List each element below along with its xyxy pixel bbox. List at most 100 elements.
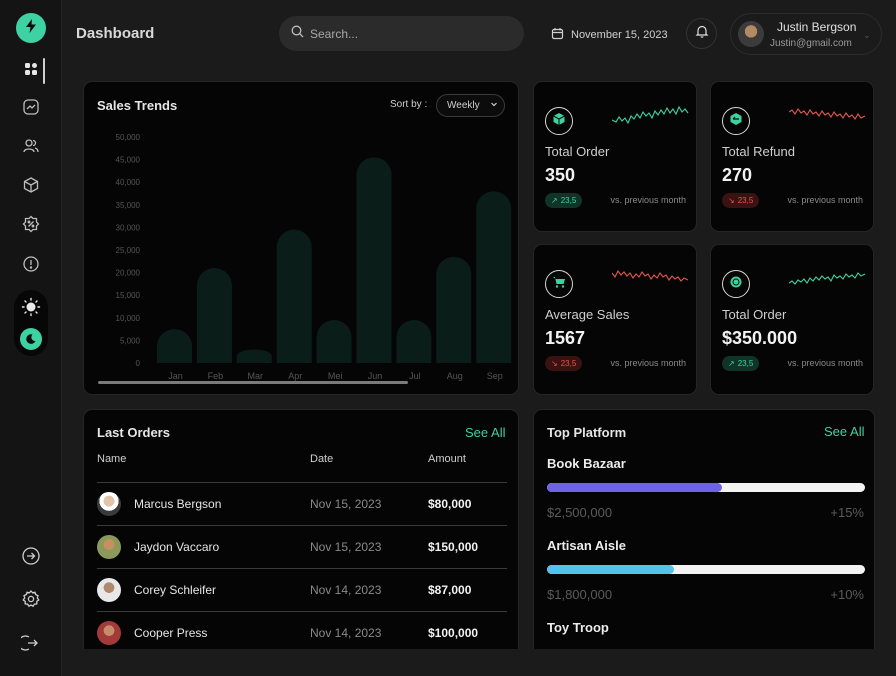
moon-icon[interactable] bbox=[20, 328, 42, 350]
column-header-name[interactable]: Name bbox=[97, 453, 126, 465]
comparison-text: vs. previous month bbox=[787, 358, 863, 368]
stat-card-average-sales: Average Sales 1567 ↘ 23,5 vs. previous mo… bbox=[533, 244, 697, 395]
platform-name: Toy Troop bbox=[547, 620, 609, 635]
dashboard-grid-icon bbox=[23, 61, 39, 82]
chart-scrollbar[interactable] bbox=[98, 381, 408, 384]
info-icon bbox=[22, 255, 40, 278]
chart-bar[interactable] bbox=[196, 268, 232, 363]
table-row[interactable]: Marcus Bergson Nov 15, 2023 $80,000 bbox=[97, 482, 507, 525]
platform-name: Book Bazaar bbox=[547, 456, 626, 471]
change-badge: ↘ 23,5 bbox=[545, 356, 583, 371]
calendar-icon bbox=[551, 27, 564, 43]
y-tick-label: 40,000 bbox=[116, 178, 141, 187]
stat-icon bbox=[545, 107, 573, 135]
stat-value: 1567 bbox=[545, 328, 586, 348]
search-input[interactable] bbox=[310, 26, 500, 41]
discount-badge-icon bbox=[22, 215, 40, 238]
table-row[interactable]: Cooper Press Nov 14, 2023 $100,000 bbox=[97, 611, 507, 649]
avatar bbox=[97, 621, 121, 645]
y-tick-label: 35,000 bbox=[116, 201, 141, 210]
x-tick-label: Aug bbox=[447, 371, 463, 381]
last-orders-title: Last Orders bbox=[97, 425, 170, 440]
trend-chart-icon bbox=[22, 98, 40, 121]
chevron-down-icon[interactable]: ⌄ bbox=[863, 30, 871, 41]
stat-value: $350.000 bbox=[722, 328, 798, 348]
date-display[interactable]: November 15, 2023 bbox=[551, 27, 668, 43]
change-value: 23,5 bbox=[737, 196, 754, 205]
cube-icon bbox=[551, 111, 567, 132]
user-email: Justin@gmail.com bbox=[770, 38, 852, 49]
avatar bbox=[97, 535, 121, 559]
current-date: November 15, 2023 bbox=[571, 29, 668, 41]
nav-expand[interactable] bbox=[18, 545, 44, 571]
nav-info[interactable] bbox=[18, 253, 44, 279]
platform-amount: $2,500,000 bbox=[547, 505, 613, 520]
logout-icon bbox=[17, 633, 41, 658]
box-icon bbox=[22, 176, 40, 199]
stat-icon bbox=[722, 270, 750, 298]
column-header-date[interactable]: Date bbox=[310, 453, 333, 465]
platform-amount: $1,800,000 bbox=[547, 587, 613, 602]
nav-settings[interactable] bbox=[18, 588, 44, 614]
refund-box-icon bbox=[728, 111, 744, 132]
chart-bar[interactable] bbox=[276, 229, 312, 363]
search-icon bbox=[291, 25, 304, 43]
table-row[interactable]: Corey Schleifer Nov 14, 2023 $87,000 bbox=[97, 568, 507, 611]
order-customer-name: Marcus Bergson bbox=[134, 497, 222, 511]
x-tick-label: Jun bbox=[368, 371, 383, 381]
platform-progress-fill bbox=[547, 565, 675, 574]
chart-bar[interactable] bbox=[157, 329, 192, 363]
platform-name: Artisan Aisle bbox=[547, 538, 626, 553]
platform-progress-fill bbox=[547, 483, 722, 492]
stat-label: Average Sales bbox=[545, 307, 630, 322]
nav-logout[interactable] bbox=[17, 632, 44, 658]
platform-change: +10% bbox=[830, 587, 864, 602]
notifications-button[interactable] bbox=[686, 18, 717, 49]
orders-see-all-link[interactable]: See All bbox=[465, 425, 505, 440]
order-customer-name: Jaydon Vaccaro bbox=[134, 540, 220, 554]
y-tick-label: 5,000 bbox=[120, 336, 141, 345]
comparison-text: vs. previous month bbox=[610, 195, 686, 205]
stat-label: Total Order bbox=[545, 144, 610, 159]
stat-card-total-order: Total Order 350 ↗ 23,5 vs. previous month bbox=[533, 81, 697, 232]
chart-bar[interactable] bbox=[396, 320, 432, 363]
platform-progress-bar bbox=[547, 483, 865, 492]
trend-up-icon: ↗ bbox=[728, 359, 735, 368]
page-title: Dashboard bbox=[76, 25, 155, 42]
change-badge: ↘ 23,5 bbox=[722, 193, 760, 208]
chart-bar[interactable] bbox=[436, 256, 472, 363]
x-tick-label: Jan bbox=[168, 371, 183, 381]
nav-dashboard[interactable] bbox=[18, 58, 44, 84]
nav-analytics[interactable] bbox=[18, 96, 44, 122]
platform-see-all-link[interactable]: See All bbox=[824, 424, 864, 439]
chart-bar[interactable] bbox=[476, 191, 512, 363]
chart-bar[interactable] bbox=[356, 157, 392, 363]
stat-label: Total Refund bbox=[722, 144, 795, 159]
bell-icon bbox=[695, 24, 709, 43]
stat-card-total-order-value: Total Order $350.000 ↗ 23,5 vs. previous … bbox=[710, 244, 874, 395]
sidebar bbox=[0, 0, 62, 676]
user-name: Justin Bergson bbox=[777, 20, 857, 34]
chart-bar[interactable] bbox=[236, 349, 272, 363]
trend-down-icon: ↘ bbox=[728, 196, 735, 205]
nav-customers[interactable] bbox=[18, 135, 44, 161]
change-badge: ↗ 23,5 bbox=[545, 193, 583, 208]
column-header-amount[interactable]: Amount bbox=[428, 453, 466, 465]
last-orders-card: Last Orders See All Name Date Amount Mar… bbox=[83, 409, 519, 649]
avatar bbox=[97, 578, 121, 602]
brand-logo[interactable] bbox=[16, 13, 46, 43]
x-tick-label: Mei bbox=[328, 371, 343, 381]
table-row[interactable]: Jaydon Vaccaro Nov 15, 2023 $150,000 bbox=[97, 525, 507, 568]
coins-icon bbox=[728, 274, 744, 295]
nav-products[interactable] bbox=[18, 174, 44, 200]
chart-bar[interactable] bbox=[316, 320, 352, 363]
user-profile[interactable]: Justin Bergson Justin@gmail.com ⌄ bbox=[730, 13, 882, 55]
nav-discounts[interactable] bbox=[18, 213, 44, 239]
theme-toggle[interactable] bbox=[14, 290, 48, 356]
sun-icon[interactable] bbox=[21, 297, 41, 317]
stat-label: Total Order bbox=[722, 307, 787, 322]
y-tick-label: 15,000 bbox=[116, 291, 141, 300]
y-tick-label: 25,000 bbox=[116, 246, 141, 255]
stat-value: 350 bbox=[545, 165, 576, 185]
search-bar[interactable] bbox=[279, 16, 524, 51]
